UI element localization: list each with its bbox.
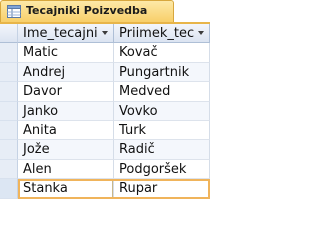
row-selector[interactable] — [0, 121, 18, 141]
table-cell[interactable]: Rupar — [114, 179, 210, 199]
column-header-label: Priimek_tec — [119, 26, 195, 41]
table-row: Anita Turk — [0, 121, 210, 141]
table-cell[interactable]: Pungartnik — [114, 62, 210, 83]
table-cell[interactable]: Stanka — [18, 179, 114, 199]
table-row: Janko Vovko — [0, 101, 210, 121]
table-cell[interactable]: Jože — [18, 140, 114, 160]
query-datasheet-icon — [7, 5, 21, 18]
table-cell[interactable]: Turk — [114, 121, 210, 141]
select-all-button[interactable] — [0, 24, 18, 44]
tab-title: Tecajniki Poizvedba — [26, 4, 148, 17]
row-selector[interactable] — [0, 101, 18, 121]
table-cell[interactable]: Matic — [18, 43, 114, 63]
column-header-ime[interactable]: Ime_tecajni — [18, 24, 114, 44]
table-row: Davor Medved — [0, 82, 210, 102]
table-row: Andrej Pungartnik — [0, 62, 210, 83]
table-cell[interactable]: Janko — [18, 101, 114, 121]
document-tab-strip: Tecajniki Poizvedba — [0, 0, 210, 22]
table-cell[interactable]: Kovač — [114, 43, 210, 63]
active-cell-outline — [18, 179, 113, 198]
document-tab[interactable]: Tecajniki Poizvedba — [0, 0, 174, 22]
datasheet-grid: Ime_tecajni Priimek_tec Matic Kovač Andr… — [0, 24, 210, 205]
row-selector[interactable] — [0, 159, 18, 180]
table-cell[interactable]: Davor — [18, 82, 114, 102]
table-cell[interactable]: Vovko — [114, 101, 210, 121]
column-header-priimek[interactable]: Priimek_tec — [114, 24, 210, 44]
row-selector[interactable] — [0, 82, 18, 102]
row-selector[interactable] — [0, 179, 18, 199]
row-selector[interactable] — [0, 62, 18, 83]
table-cell[interactable]: Anita — [18, 121, 114, 141]
table-row-selected: Stanka Rupar — [0, 179, 210, 199]
table-cell[interactable]: Podgoršek — [114, 159, 210, 180]
row-selector[interactable] — [0, 43, 18, 63]
table-row: Jože Radič — [0, 140, 210, 160]
table-cell[interactable]: Medved — [114, 82, 210, 102]
table-row: Matic Kovač — [0, 43, 210, 63]
chevron-down-icon[interactable] — [196, 28, 206, 38]
chevron-down-icon[interactable] — [100, 28, 110, 38]
row-selector[interactable] — [0, 140, 18, 160]
table-row: Alen Podgoršek — [0, 159, 210, 180]
table-cell[interactable]: Alen — [18, 159, 114, 180]
column-header-label: Ime_tecajni — [23, 26, 98, 41]
column-header-row: Ime_tecajni Priimek_tec — [0, 24, 210, 44]
table-cell[interactable]: Andrej — [18, 62, 114, 83]
table-cell[interactable]: Radič — [114, 140, 210, 160]
